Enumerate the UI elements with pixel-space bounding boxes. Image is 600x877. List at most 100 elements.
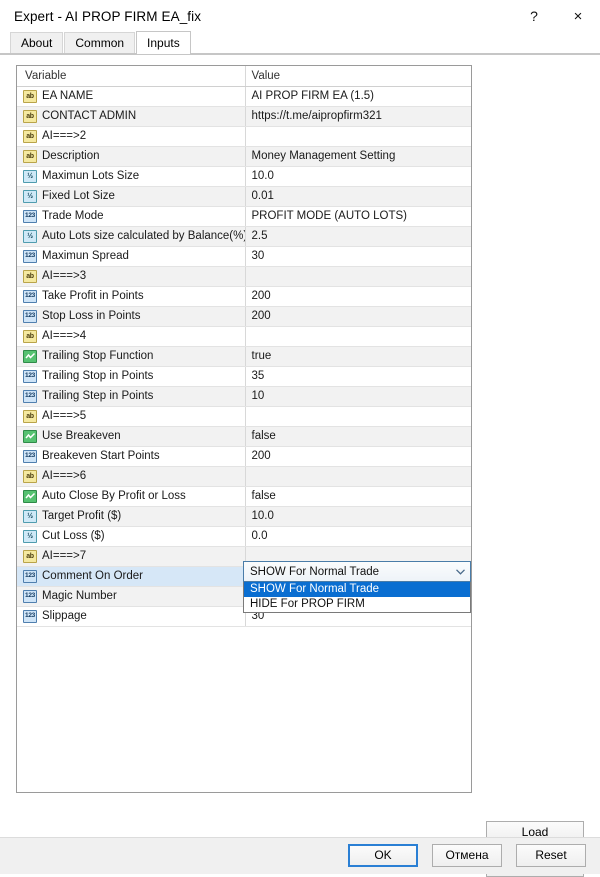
cell-value[interactable]: https://t.me/aipropfirm321: [244, 106, 471, 127]
cell-value[interactable]: 30: [244, 246, 471, 267]
help-icon[interactable]: ?: [512, 0, 556, 32]
cell-value[interactable]: 2.5: [244, 226, 471, 247]
table-row[interactable]: ½ Fixed Lot Size 0.01: [17, 186, 471, 207]
column-header-variable: Variable: [17, 66, 245, 87]
dropdown-option-show[interactable]: SHOW For Normal Trade: [244, 582, 470, 597]
integer-icon: 123: [23, 209, 37, 223]
cell-value[interactable]: 35: [244, 366, 471, 387]
cell-value[interactable]: [244, 126, 471, 147]
comment-on-order-dropdown-list[interactable]: SHOW For Normal Trade HIDE For PROP FIRM: [243, 582, 471, 613]
table-row[interactable]: Auto Close By Profit or Loss false: [17, 486, 471, 507]
cell-variable: ab AI===>2: [17, 126, 245, 147]
cell-value[interactable]: 200: [244, 446, 471, 467]
cell-variable: ab EA NAME: [17, 86, 245, 107]
tab-common[interactable]: Common: [64, 32, 136, 54]
variable-label: Magic Number: [42, 590, 117, 602]
variable-label: EA NAME: [42, 90, 94, 102]
table-row[interactable]: 123 Maximun Spread 30: [17, 246, 471, 267]
variable-label: AI===>5: [42, 410, 87, 422]
dropdown-option-hide[interactable]: HIDE For PROP FIRM: [244, 597, 470, 612]
tab-inputs[interactable]: Inputs: [136, 31, 191, 54]
table-row[interactable]: 123 Trailing Step in Points 10: [17, 386, 471, 407]
cell-value[interactable]: Money Management Setting: [244, 146, 471, 167]
table-row[interactable]: ½ Cut Loss ($) 0.0: [17, 526, 471, 547]
window-title: Expert - AI PROP FIRM EA_fix: [14, 8, 202, 24]
cell-value[interactable]: 0.0: [244, 526, 471, 547]
variable-label: Auto Lots size calculated by Balance(%): [42, 230, 245, 242]
variable-label: Cut Loss ($): [42, 530, 105, 542]
table-row[interactable]: ab Description Money Management Setting: [17, 146, 471, 167]
string-icon: ab: [23, 269, 37, 283]
comment-on-order-combobox[interactable]: SHOW For Normal Trade: [243, 561, 471, 582]
reset-button[interactable]: Reset: [516, 844, 586, 867]
table-row[interactable]: ab AI===>3: [17, 266, 471, 287]
cell-value[interactable]: [244, 266, 471, 287]
cell-value[interactable]: 10.0: [244, 166, 471, 187]
variable-label: Target Profit ($): [42, 510, 122, 522]
cell-variable: ½ Cut Loss ($): [17, 526, 245, 547]
cell-value[interactable]: AI PROP FIRM EA (1.5): [244, 86, 471, 107]
table-row[interactable]: ½ Target Profit ($) 10.0: [17, 506, 471, 527]
cancel-button[interactable]: Отмена: [432, 844, 502, 867]
inputs-list[interactable]: Variable Value ab EA NAME AI PROP FIRM EA …: [16, 65, 472, 793]
cell-variable: 123 Trade Mode: [17, 206, 245, 227]
variable-label: AI===>7: [42, 550, 87, 562]
cell-value[interactable]: [244, 466, 471, 487]
tab-underline: [0, 53, 600, 54]
table-row[interactable]: ½ Maximun Lots Size 10.0: [17, 166, 471, 187]
table-row[interactable]: 123 Take Profit in Points 200: [17, 286, 471, 307]
double-icon: ½: [23, 229, 37, 243]
variable-label: Stop Loss in Points: [42, 310, 141, 322]
ok-button[interactable]: OK: [348, 844, 418, 867]
variable-label: Auto Close By Profit or Loss: [42, 490, 186, 502]
title-bar: Expert - AI PROP FIRM EA_fix ? ×: [0, 0, 600, 32]
cell-value[interactable]: false: [244, 486, 471, 507]
cell-variable: ½ Auto Lots size calculated by Balance(%): [17, 226, 245, 247]
cell-value[interactable]: false: [244, 426, 471, 447]
cell-variable: 123 Trailing Step in Points: [17, 386, 245, 407]
table-row[interactable]: ab AI===>6: [17, 466, 471, 487]
chevron-down-icon[interactable]: [450, 568, 470, 575]
table-row[interactable]: Trailing Stop Function true: [17, 346, 471, 367]
close-icon[interactable]: ×: [556, 0, 600, 32]
table-row[interactable]: ½ Auto Lots size calculated by Balance(%)…: [17, 226, 471, 247]
integer-icon: 123: [23, 389, 37, 403]
tab-about[interactable]: About: [10, 32, 64, 54]
cell-value[interactable]: 10.0: [244, 506, 471, 527]
boolean-icon: [23, 349, 37, 363]
table-row[interactable]: ab AI===>4: [17, 326, 471, 347]
string-icon: ab: [23, 409, 37, 423]
inputs-table: Variable Value ab EA NAME AI PROP FIRM EA …: [17, 66, 471, 627]
table-row[interactable]: 123 Trade Mode PROFIT MODE (AUTO LOTS): [17, 206, 471, 227]
cell-value[interactable]: 200: [244, 286, 471, 307]
cell-variable: ab AI===>3: [17, 266, 245, 287]
table-body: ab EA NAME AI PROP FIRM EA (1.5) ab CONTACT …: [17, 86, 471, 627]
integer-icon: 123: [23, 369, 37, 383]
double-icon: ½: [23, 169, 37, 183]
boolean-icon: [23, 429, 37, 443]
table-row[interactable]: ab EA NAME AI PROP FIRM EA (1.5): [17, 86, 471, 107]
cell-value[interactable]: 0.01: [244, 186, 471, 207]
table-row[interactable]: 123 Trailing Stop in Points 35: [17, 366, 471, 387]
table-row[interactable]: ab AI===>2: [17, 126, 471, 147]
cell-variable: ½ Target Profit ($): [17, 506, 245, 527]
integer-icon: 123: [23, 289, 37, 303]
cell-value[interactable]: [244, 326, 471, 347]
variable-label: AI===>2: [42, 130, 87, 142]
cell-value[interactable]: 200: [244, 306, 471, 327]
table-row[interactable]: 123 Breakeven Start Points 200: [17, 446, 471, 467]
cell-value[interactable]: [244, 406, 471, 427]
integer-icon: 123: [23, 609, 37, 623]
cell-value[interactable]: PROFIT MODE (AUTO LOTS): [244, 206, 471, 227]
string-icon: ab: [23, 469, 37, 483]
cell-variable: Trailing Stop Function: [17, 346, 245, 367]
footer-button-group: OK Отмена Reset: [348, 844, 586, 867]
cell-variable: ½ Fixed Lot Size: [17, 186, 245, 207]
cell-value[interactable]: 10: [244, 386, 471, 407]
cell-value[interactable]: true: [244, 346, 471, 367]
double-icon: ½: [23, 509, 37, 523]
table-row[interactable]: Use Breakeven false: [17, 426, 471, 447]
table-row[interactable]: ab AI===>5: [17, 406, 471, 427]
table-row[interactable]: 123 Stop Loss in Points 200: [17, 306, 471, 327]
table-row[interactable]: ab CONTACT ADMIN https://t.me/aipropfirm32…: [17, 106, 471, 127]
